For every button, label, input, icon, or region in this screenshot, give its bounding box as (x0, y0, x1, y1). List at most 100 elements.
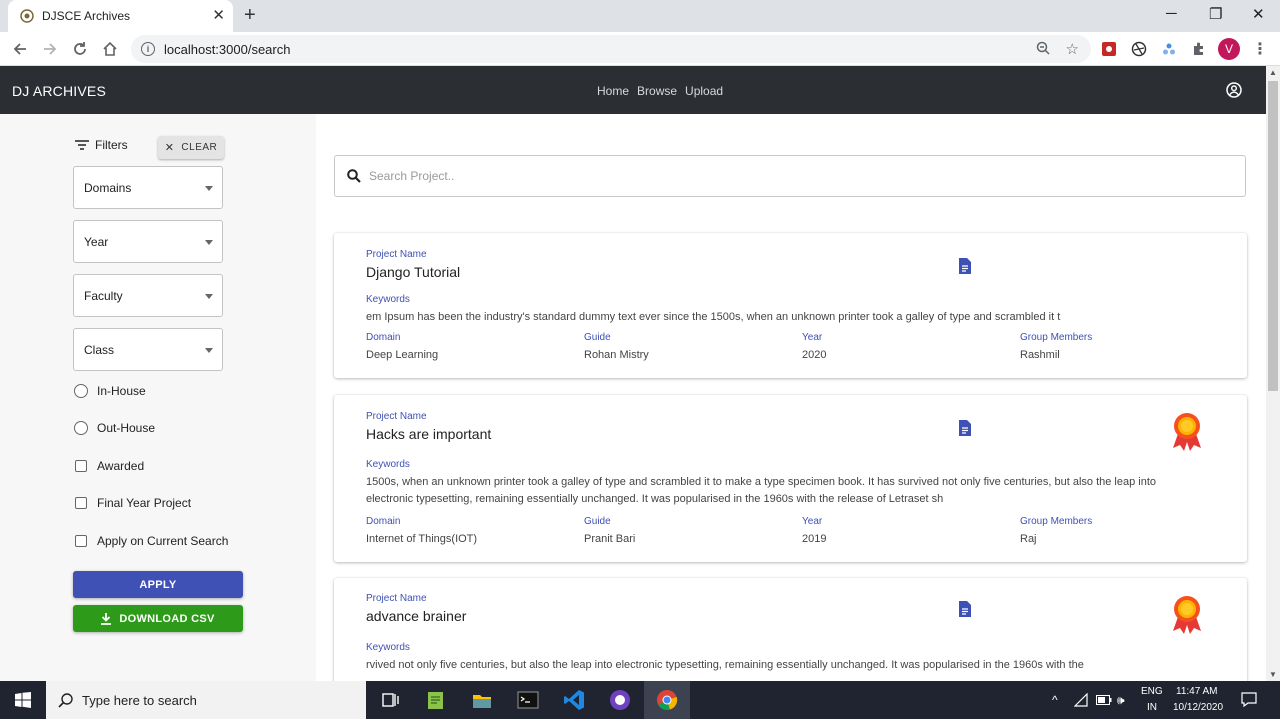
dropdown-arrow-icon (205, 186, 213, 191)
volume-icon[interactable]: 🕪 (1117, 693, 1125, 708)
awarded-label: Awarded (97, 459, 145, 473)
keywords-label: Keywords (366, 294, 410, 305)
class-select-label: Class (84, 342, 115, 357)
checkbox-box[interactable] (75, 460, 87, 472)
group-members-label: Group Members (1020, 332, 1093, 343)
task-view-icon[interactable] (379, 689, 401, 711)
year-select[interactable]: Year (73, 220, 223, 263)
document-icon[interactable] (958, 420, 972, 436)
out-house-radio[interactable]: Out-House (74, 421, 155, 435)
checkbox-box[interactable] (75, 535, 87, 547)
brand-logo-text[interactable]: DJ ARCHIVES (12, 83, 106, 99)
nav-browse-link[interactable]: Browse (637, 84, 677, 98)
notepad-app-icon[interactable] (425, 689, 447, 711)
network-icon[interactable] (1074, 693, 1090, 707)
scroll-up-icon[interactable]: ▲ (1269, 68, 1277, 77)
domain-label: Domain (366, 516, 401, 527)
windows-start-button[interactable] (0, 681, 46, 719)
account-circle-icon[interactable] (1226, 82, 1242, 98)
faculty-select-label: Faculty (84, 288, 123, 303)
minimize-icon[interactable]: ─ (1166, 5, 1177, 22)
address-bar[interactable]: i localhost:3000/search ☆ (131, 35, 1091, 63)
taskbar-search-box[interactable]: Type here to search (46, 681, 366, 719)
browser-toolbar: i localhost:3000/search ☆ V ⋮ (0, 32, 1280, 66)
clock-time[interactable]: 11:47 AM (1176, 686, 1218, 697)
download-icon (101, 612, 112, 625)
url-text: localhost:3000/search (164, 41, 291, 57)
browser-tab-strip: DJSCE Archives ✕ + ─ ❐ ✕ (0, 0, 1280, 32)
project-title[interactable]: Django Tutorial (366, 264, 460, 280)
awarded-checkbox[interactable]: Awarded (75, 459, 144, 473)
tab-close-icon[interactable]: ✕ (212, 8, 225, 24)
chrome-taskbar-button[interactable] (644, 681, 690, 719)
back-icon[interactable] (10, 39, 30, 59)
apply-current-search-label: Apply on Current Search (97, 534, 229, 548)
project-card[interactable]: Project Name Django Tutorial Keywords em… (334, 233, 1247, 378)
document-icon[interactable] (958, 601, 972, 617)
windows-logo-icon (15, 692, 31, 708)
checkbox-box[interactable] (75, 497, 87, 509)
search-input[interactable]: Search Project.. (334, 155, 1246, 197)
radio-circle[interactable] (74, 421, 88, 435)
download-csv-label: DOWNLOAD CSV (119, 612, 215, 625)
filters-label: Filters (95, 138, 128, 152)
faculty-select[interactable]: Faculty (73, 274, 223, 317)
project-title[interactable]: advance brainer (366, 608, 466, 624)
zoom-icon[interactable] (1036, 41, 1051, 59)
dropdown-arrow-icon (205, 294, 213, 299)
site-info-icon[interactable]: i (141, 42, 155, 56)
project-card[interactable]: Project Name advance brainer Keywords rv… (334, 578, 1247, 698)
extensions-puzzle-icon[interactable] (1189, 39, 1209, 59)
scroll-down-icon[interactable]: ▼ (1269, 670, 1277, 679)
project-title[interactable]: Hacks are important (366, 426, 491, 442)
file-explorer-icon[interactable] (471, 689, 493, 711)
group-members-value: Rashmil (1020, 349, 1060, 361)
extension-red-icon[interactable] (1099, 39, 1119, 59)
tray-chevron-icon[interactable]: ^ (1052, 693, 1058, 707)
browser-tab[interactable]: DJSCE Archives ✕ (8, 0, 233, 32)
profile-avatar[interactable]: V (1218, 38, 1240, 60)
vscode-app-icon[interactable] (563, 689, 585, 711)
in-house-radio[interactable]: In-House (74, 384, 146, 398)
forward-icon[interactable] (40, 39, 60, 59)
extension-aperture-icon[interactable] (1129, 39, 1149, 59)
scrollbar-thumb[interactable] (1268, 81, 1278, 391)
chrome-menu-icon[interactable]: ⋮ (1250, 39, 1270, 59)
language-indicator[interactable]: ENG (1141, 686, 1163, 697)
domains-select[interactable]: Domains (73, 166, 223, 209)
award-ribbon-icon (1173, 596, 1201, 634)
apply-button[interactable]: APPLY (73, 571, 243, 598)
window-close-icon[interactable]: ✕ (1252, 5, 1265, 23)
clear-filters-button[interactable]: ✕ CLEAR (158, 136, 224, 159)
nav-home-link[interactable]: Home (597, 84, 629, 98)
language-region[interactable]: IN (1147, 702, 1157, 713)
class-select[interactable]: Class (73, 328, 223, 371)
clock-date[interactable]: 10/12/2020 (1173, 702, 1223, 713)
final-year-checkbox[interactable]: Final Year Project (75, 496, 191, 510)
apply-current-search-checkbox[interactable]: Apply on Current Search (75, 534, 228, 548)
dropdown-arrow-icon (205, 240, 213, 245)
radio-circle[interactable] (74, 384, 88, 398)
new-tab-icon[interactable]: + (244, 4, 256, 27)
keywords-text: 1500s, when an unknown printer took a ga… (366, 476, 1157, 505)
out-house-label: Out-House (97, 421, 156, 435)
download-csv-button[interactable]: DOWNLOAD CSV (73, 605, 243, 632)
page-scrollbar[interactable]: ▲ ▼ (1266, 66, 1280, 681)
home-icon[interactable] (100, 39, 120, 59)
group-members-label: Group Members (1020, 516, 1093, 527)
dropdown-arrow-icon (205, 348, 213, 353)
action-center-icon[interactable] (1241, 692, 1257, 707)
extension-dots-icon[interactable] (1159, 39, 1179, 59)
bookmark-star-icon[interactable]: ☆ (1066, 40, 1079, 58)
nav-upload-link[interactable]: Upload (685, 84, 723, 98)
reload-icon[interactable] (70, 39, 90, 59)
project-card[interactable]: Project Name Hacks are important Keyword… (334, 395, 1247, 562)
terminal-app-icon[interactable] (517, 689, 539, 711)
award-ribbon-icon (1173, 413, 1201, 451)
github-desktop-icon[interactable] (609, 689, 631, 711)
document-icon[interactable] (958, 258, 972, 274)
project-name-label: Project Name (366, 593, 427, 604)
maximize-icon[interactable]: ❐ (1209, 5, 1222, 23)
year-label: Year (802, 516, 823, 527)
battery-icon[interactable] (1096, 695, 1112, 705)
